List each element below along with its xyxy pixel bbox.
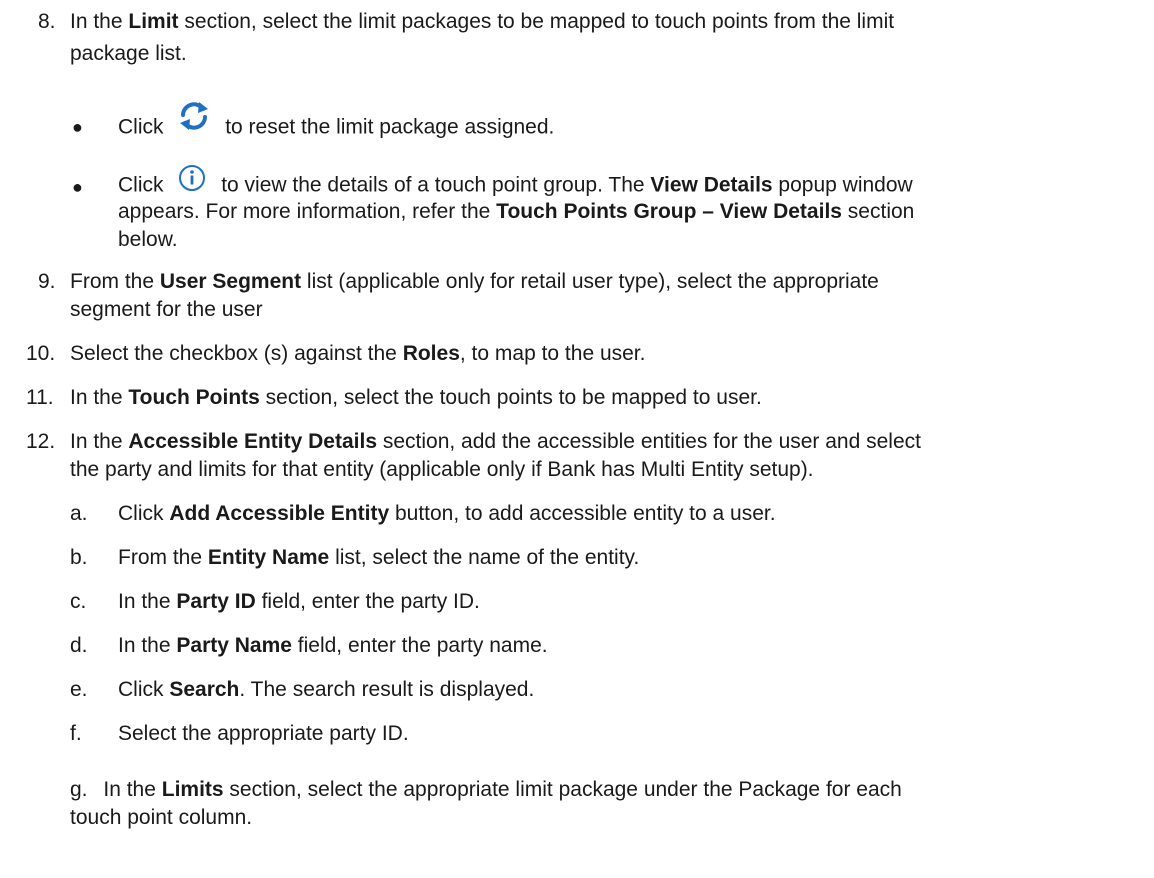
- bold-term: Search: [169, 678, 240, 701]
- bullet-2-text-line-3: below.: [118, 228, 178, 251]
- sub-f-text: Select the appropriate party ID.: [118, 722, 409, 745]
- bold-term: Party Name: [176, 634, 292, 657]
- bold-term: Roles: [402, 342, 460, 365]
- bullet-dot: ●: [72, 117, 83, 137]
- bold-term: Party ID: [176, 590, 256, 613]
- bold-term: Entity Name: [207, 546, 330, 569]
- text: Click: [118, 502, 170, 525]
- text: Click: [118, 173, 164, 197]
- step-9-text-line-1: From the User Segment list (applicable o…: [70, 268, 879, 296]
- text: to reset the limit package assigned.: [225, 115, 555, 139]
- sub-b-letter: b.: [70, 546, 88, 569]
- text: field, enter the party name.: [291, 634, 548, 657]
- text: section, select the limit packages to be…: [178, 10, 895, 33]
- text: list, select the name of the entity.: [329, 546, 640, 569]
- step-8-number: 8.: [38, 10, 56, 33]
- text: Select the checkbox (s) against the: [70, 342, 403, 365]
- step-8-text-line-1: In the Limit section, select the limit p…: [70, 8, 894, 36]
- step-11-number: 11.: [26, 386, 54, 409]
- sub-g-text-line-2: touch point column.: [70, 806, 253, 829]
- text: In the: [70, 10, 129, 33]
- text: In the: [118, 634, 177, 657]
- sub-a-text: Click Add Accessible Entity button, to a…: [118, 500, 776, 528]
- step-10-text: Select the checkbox (s) against the Role…: [70, 340, 645, 368]
- sub-e-letter: e.: [70, 678, 88, 701]
- step-12-text-line-1: In the Accessible Entity Details section…: [70, 428, 921, 456]
- step-9-text-line-2: segment for the user: [70, 298, 263, 321]
- text: In the: [103, 778, 162, 801]
- sub-b-text: From the Entity Name list, select the na…: [118, 544, 639, 572]
- sub-d-text: In the Party Name field, enter the party…: [118, 632, 548, 660]
- text: section: [841, 200, 915, 223]
- bold-term: Add Accessible Entity: [169, 502, 390, 525]
- step-9-number: 9.: [38, 270, 56, 293]
- text: . The search result is displayed.: [239, 678, 535, 701]
- text: In the: [70, 386, 129, 409]
- step-8-text-line-2: package list.: [70, 42, 187, 65]
- text: list (applicable only for retail user ty…: [301, 270, 879, 293]
- text: section, select the appropriate limit pa…: [223, 778, 902, 801]
- bold-term: View Details: [650, 173, 773, 197]
- text: Click: [118, 678, 170, 701]
- text: appears. For more information, refer the: [118, 200, 497, 223]
- sub-g-text-line-1: g. In the Limits section, select the app…: [70, 776, 902, 804]
- bold-term: Limits: [161, 778, 224, 801]
- sub-g-letter: g.: [70, 778, 88, 801]
- step-12-text-line-2: the party and limits for that entity (ap…: [70, 458, 814, 481]
- bullet-dot: ●: [72, 177, 83, 197]
- step-12-number: 12.: [26, 430, 56, 453]
- bold-term: User Segment: [159, 270, 302, 293]
- text: From the: [118, 546, 208, 569]
- bold-term: Accessible Entity Details: [128, 430, 377, 453]
- text: From the: [70, 270, 160, 293]
- text: field, enter the party ID.: [255, 590, 480, 613]
- sub-e-text: Click Search. The search result is displ…: [118, 676, 534, 704]
- step-11-text: In the Touch Points section, select the …: [70, 384, 762, 412]
- text: to view the details of a touch point gro…: [221, 173, 651, 197]
- text: section, select the touch points to be m…: [259, 386, 762, 409]
- text: popup window: [772, 173, 913, 197]
- text: In the: [70, 430, 129, 453]
- refresh-icon: [175, 98, 213, 134]
- sub-f-letter: f.: [70, 722, 82, 745]
- bold-term: Touch Points Group – View Details: [496, 200, 842, 223]
- text: button, to add accessible entity to a us…: [389, 502, 776, 525]
- bullet-1-text: Click to reset the limit package assigne…: [118, 102, 555, 146]
- bold-term: Touch Points: [128, 386, 260, 409]
- sub-c-text: In the Party ID field, enter the party I…: [118, 588, 480, 616]
- text: In the: [118, 590, 177, 613]
- text: Click: [118, 115, 164, 139]
- bullet-2-text-line-2: appears. For more information, refer the…: [118, 198, 914, 226]
- sub-c-letter: c.: [70, 590, 87, 613]
- info-icon: [175, 162, 209, 194]
- sub-a-letter: a.: [70, 502, 88, 525]
- step-10-number: 10.: [26, 342, 56, 365]
- text: , to map to the user.: [459, 342, 646, 365]
- sub-d-letter: d.: [70, 634, 88, 657]
- bold-term: Limit: [128, 10, 179, 33]
- text: section, add the accessible entities for…: [377, 430, 921, 453]
